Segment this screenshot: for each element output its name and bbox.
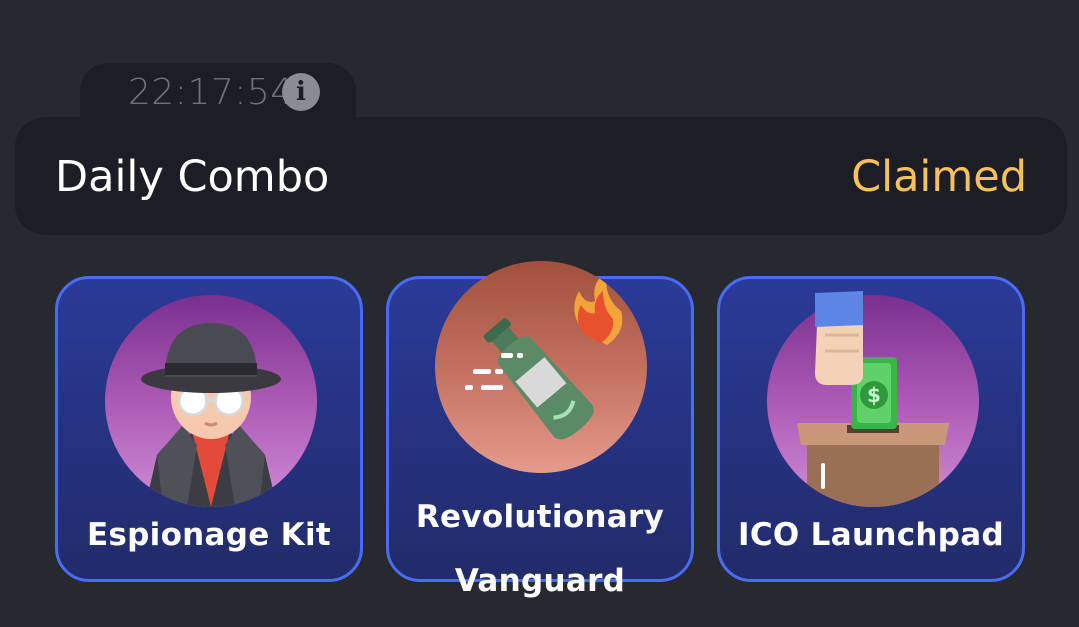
combo-card-revolutionary-vanguard[interactable]: Revolutionary Vanguard xyxy=(386,261,694,599)
info-icon[interactable]: i xyxy=(282,73,320,111)
svg-text:$: $ xyxy=(867,383,881,407)
ballot-box-money-icon: $ xyxy=(767,291,979,507)
card-label: Revolutionary Vanguard xyxy=(415,499,665,599)
combo-card-espionage-kit[interactable]: Espionage Kit xyxy=(55,276,363,582)
card-label: Espionage Kit xyxy=(86,517,332,553)
daily-combo-title: Daily Combo xyxy=(55,152,330,202)
daily-combo-screen: 22:17:54 i Daily Combo Claimed Espionage… xyxy=(0,0,1079,627)
spy-icon xyxy=(105,295,317,507)
daily-combo-status: Claimed xyxy=(851,152,1027,202)
card-label: ICO Launchpad xyxy=(738,517,1004,553)
combo-card-ico-launchpad[interactable]: $ ICO Launchpad xyxy=(717,276,1025,582)
molotov-bottle-icon xyxy=(435,261,647,473)
countdown-timer: 22:17:54 xyxy=(128,72,294,113)
